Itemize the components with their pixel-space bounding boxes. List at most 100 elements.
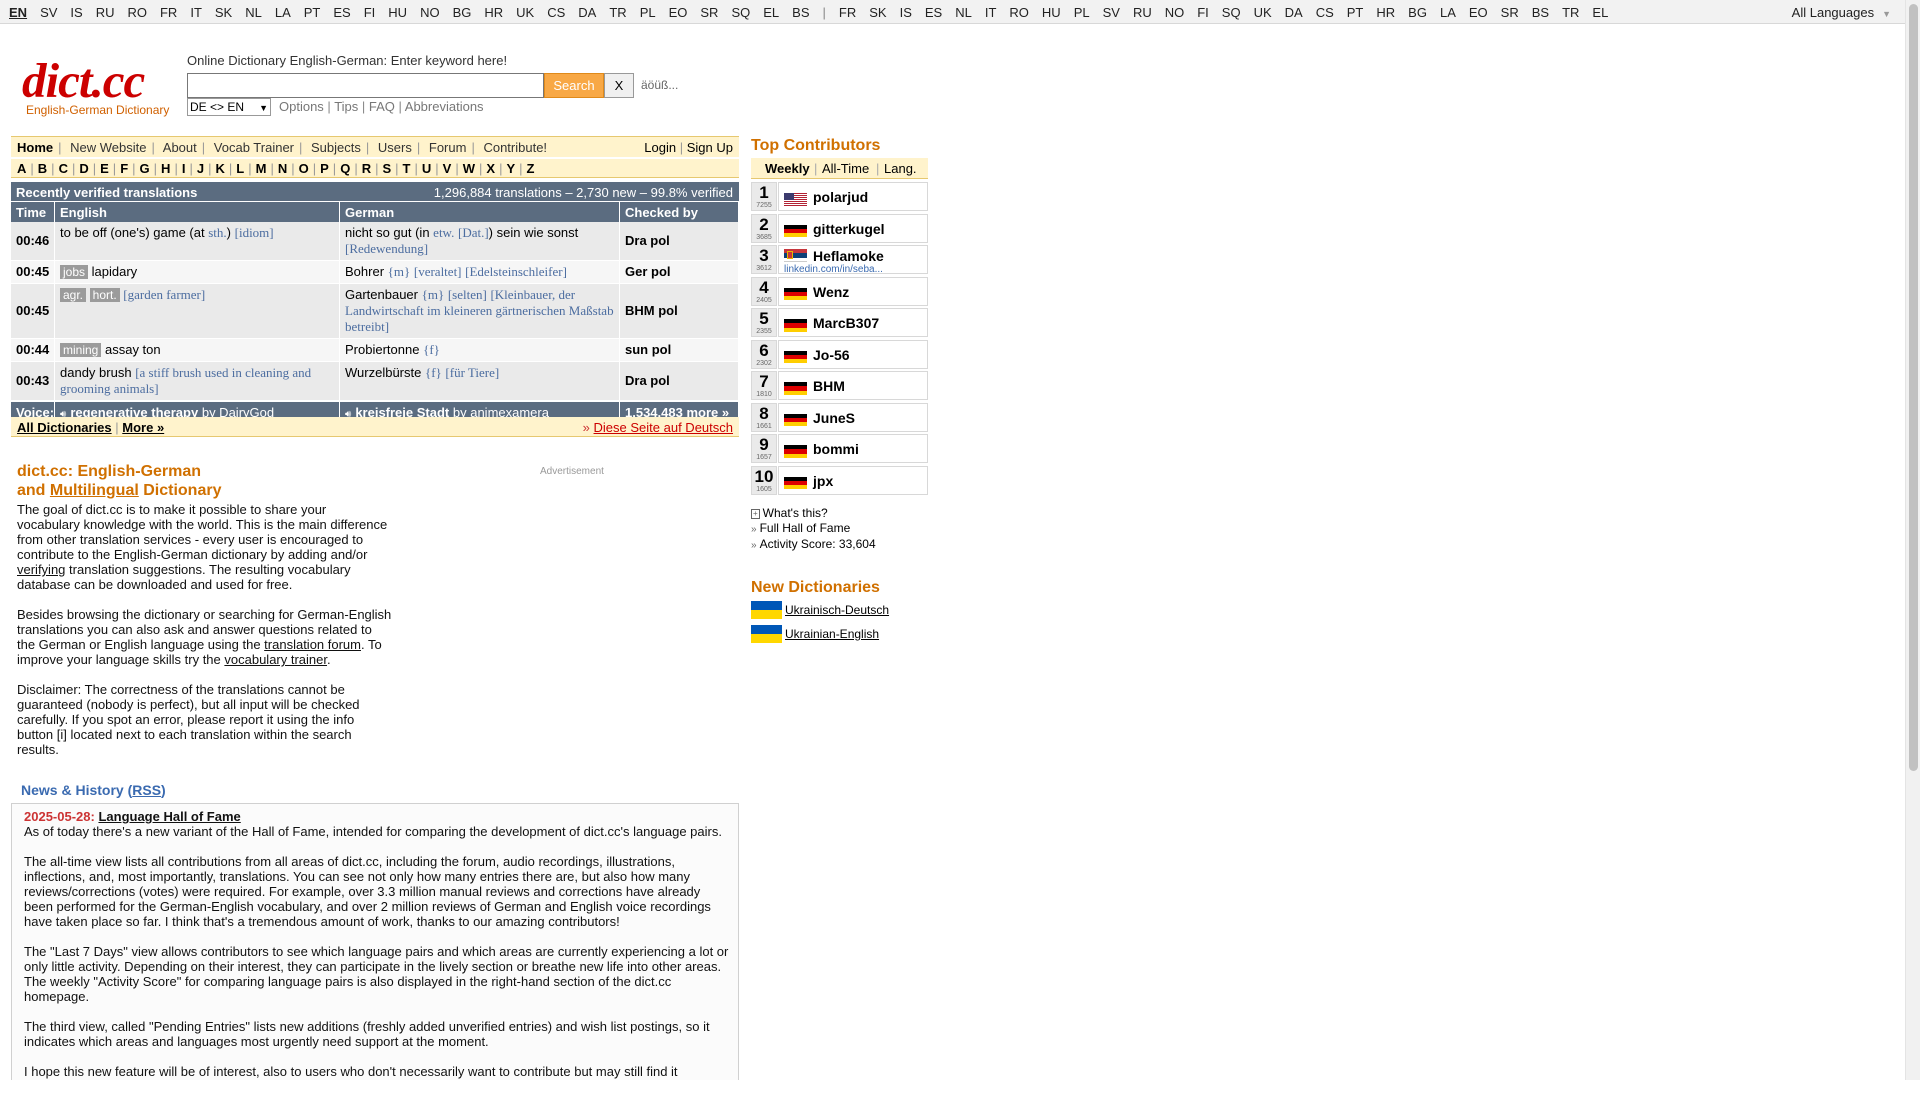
multilingual-link[interactable]: Multilingual (50, 482, 139, 499)
contributor-row[interactable]: 3 3612 Heflamoke linkedin.com/in/seba... (751, 245, 928, 275)
lang-link[interactable]: FI (364, 5, 376, 20)
lang-link[interactable]: TR (609, 5, 626, 20)
lang-link[interactable]: SR (1501, 5, 1519, 20)
search-input[interactable] (187, 73, 544, 98)
nav-contribute[interactable]: Contribute! (483, 140, 547, 155)
subject-tag[interactable]: agr. (60, 288, 87, 302)
signup-link[interactable]: Sign Up (687, 140, 733, 155)
lang-link[interactable]: FI (1197, 5, 1209, 20)
alphabet-letter[interactable]: N (278, 161, 287, 176)
lang-link[interactable]: RU (96, 5, 115, 20)
language-pair-select[interactable]: DE <> EN ▼ (187, 98, 271, 116)
contributor-name[interactable]: BHM (813, 378, 845, 394)
lang-link[interactable]: IT (190, 5, 202, 20)
lang-link[interactable]: TR (1562, 5, 1579, 20)
alphabet-letter[interactable]: S (382, 161, 391, 176)
subject-tag[interactable]: mining (60, 343, 102, 357)
subject-tag[interactable]: jobs (60, 265, 89, 279)
nav-home[interactable]: Home (17, 140, 53, 155)
alphabet-letter[interactable]: O (299, 161, 309, 176)
alphabet-letter[interactable]: X (486, 161, 495, 176)
lang-link[interactable]: RO (1009, 5, 1029, 20)
row-german[interactable]: Gartenbauer {m} [selten] [Kleinbauer, de… (340, 284, 620, 338)
lang-link[interactable]: LA (275, 5, 291, 20)
nav-vocab-trainer[interactable]: Vocab Trainer (214, 140, 294, 155)
row-checked-by[interactable]: Ger pol (620, 261, 739, 283)
lang-link[interactable]: FR (839, 5, 856, 20)
alphabet-letter[interactable]: R (362, 161, 371, 176)
contributor-name[interactable]: MarcB307 (813, 315, 879, 331)
row-german[interactable]: nicht so gut (in etw. [Dat.]) sein wie s… (340, 222, 620, 260)
alphabet-letter[interactable]: H (161, 161, 170, 176)
clear-button[interactable]: X (604, 73, 634, 98)
lang-link[interactable]: ES (333, 5, 350, 20)
lang-link[interactable]: BS (792, 5, 809, 20)
row-english[interactable]: dandy brush [a stiff brush used in clean… (55, 362, 340, 400)
lang-link[interactable]: NL (955, 5, 972, 20)
contributor-name[interactable]: gitterkugel (813, 221, 885, 237)
alphabet-letter[interactable]: M (256, 161, 267, 176)
lang-link[interactable]: CS (1316, 5, 1334, 20)
row-checked-by[interactable]: Dra pol (620, 362, 739, 400)
lang-link[interactable]: PL (640, 5, 656, 20)
rss-link[interactable]: RSS (132, 782, 161, 798)
alphabet-letter[interactable]: G (140, 161, 150, 176)
alphabet-letter[interactable]: J (197, 161, 204, 176)
lang-link[interactable]: NO (1165, 5, 1185, 20)
lang-link[interactable]: EO (1469, 5, 1488, 20)
login-link[interactable]: Login (644, 140, 676, 155)
contributor-row[interactable]: 7 1810 BHM (751, 371, 928, 400)
lang-current[interactable]: EN (9, 5, 27, 20)
contributor-row[interactable]: 9 1657 bommi (751, 434, 928, 463)
nav-forum[interactable]: Forum (429, 140, 467, 155)
lang-link[interactable]: SQ (1222, 5, 1241, 20)
verifying-link[interactable]: verifying (17, 562, 65, 577)
whats-this-link[interactable]: What's this? (763, 506, 828, 520)
row-german[interactable]: Wurzelbürste {f} [für Tiere] (340, 362, 620, 400)
all-dictionaries-link[interactable]: All Dictionaries (17, 420, 112, 435)
contributor-name[interactable]: JuneS (813, 410, 855, 426)
alphabet-letter[interactable]: B (38, 161, 47, 176)
tips-link[interactable]: Tips (334, 99, 358, 114)
row-english[interactable]: agr. hort. [garden farmer] (55, 284, 340, 338)
hall-of-fame-link[interactable]: Full Hall of Fame (760, 521, 851, 535)
lang-link[interactable]: RO (127, 5, 147, 20)
lang-link[interactable]: PT (304, 5, 321, 20)
contributor-row[interactable]: 1 7255 polarjud (751, 182, 928, 211)
lang-link[interactable]: UK (516, 5, 534, 20)
faq-link[interactable]: FAQ (369, 99, 395, 114)
row-english[interactable]: jobs lapidary (55, 261, 340, 283)
row-checked-by[interactable]: sun pol (620, 339, 739, 361)
lang-link[interactable]: LA (1440, 5, 1456, 20)
contributor-name[interactable]: polarjud (813, 189, 868, 205)
lang-link[interactable]: UK (1254, 5, 1272, 20)
lang-link[interactable]: PL (1074, 5, 1090, 20)
lang-link[interactable]: BG (453, 5, 472, 20)
lang-link[interactable]: SV (40, 5, 57, 20)
row-english[interactable]: mining assay ton (55, 339, 340, 361)
vocabulary-trainer-link[interactable]: vocabulary trainer (224, 652, 327, 667)
logo[interactable]: dict.cc (22, 52, 145, 109)
contributor-name[interactable]: bommi (813, 441, 859, 457)
lang-link[interactable]: IS (900, 5, 912, 20)
lang-link[interactable]: HU (1042, 5, 1061, 20)
all-languages-dropdown[interactable]: All Languages ▼ (1792, 5, 1891, 20)
scrollbar[interactable] (1905, 0, 1920, 1080)
lang-link[interactable]: FR (160, 5, 177, 20)
contributor-row[interactable]: 8 1661 JuneS (751, 402, 928, 432)
lang-link[interactable]: CS (547, 5, 565, 20)
lang-link[interactable]: HR (1376, 5, 1395, 20)
tab-weekly[interactable]: Weekly (765, 161, 810, 176)
contributor-row[interactable]: 10 1605 jpx (751, 465, 928, 495)
nav-new-website[interactable]: New Website (70, 140, 146, 155)
alphabet-letter[interactable]: I (182, 161, 186, 176)
alphabet-letter[interactable]: K (215, 161, 224, 176)
lang-link[interactable]: EL (763, 5, 779, 20)
lang-link[interactable]: SK (869, 5, 886, 20)
alphabet-letter[interactable]: F (120, 161, 128, 176)
scrollbar-thumb[interactable] (1909, 4, 1918, 771)
lang-link[interactable]: HU (388, 5, 407, 20)
lang-link[interactable]: NO (420, 5, 440, 20)
lang-link[interactable]: SV (1103, 5, 1120, 20)
lang-link[interactable]: DA (1285, 5, 1303, 20)
